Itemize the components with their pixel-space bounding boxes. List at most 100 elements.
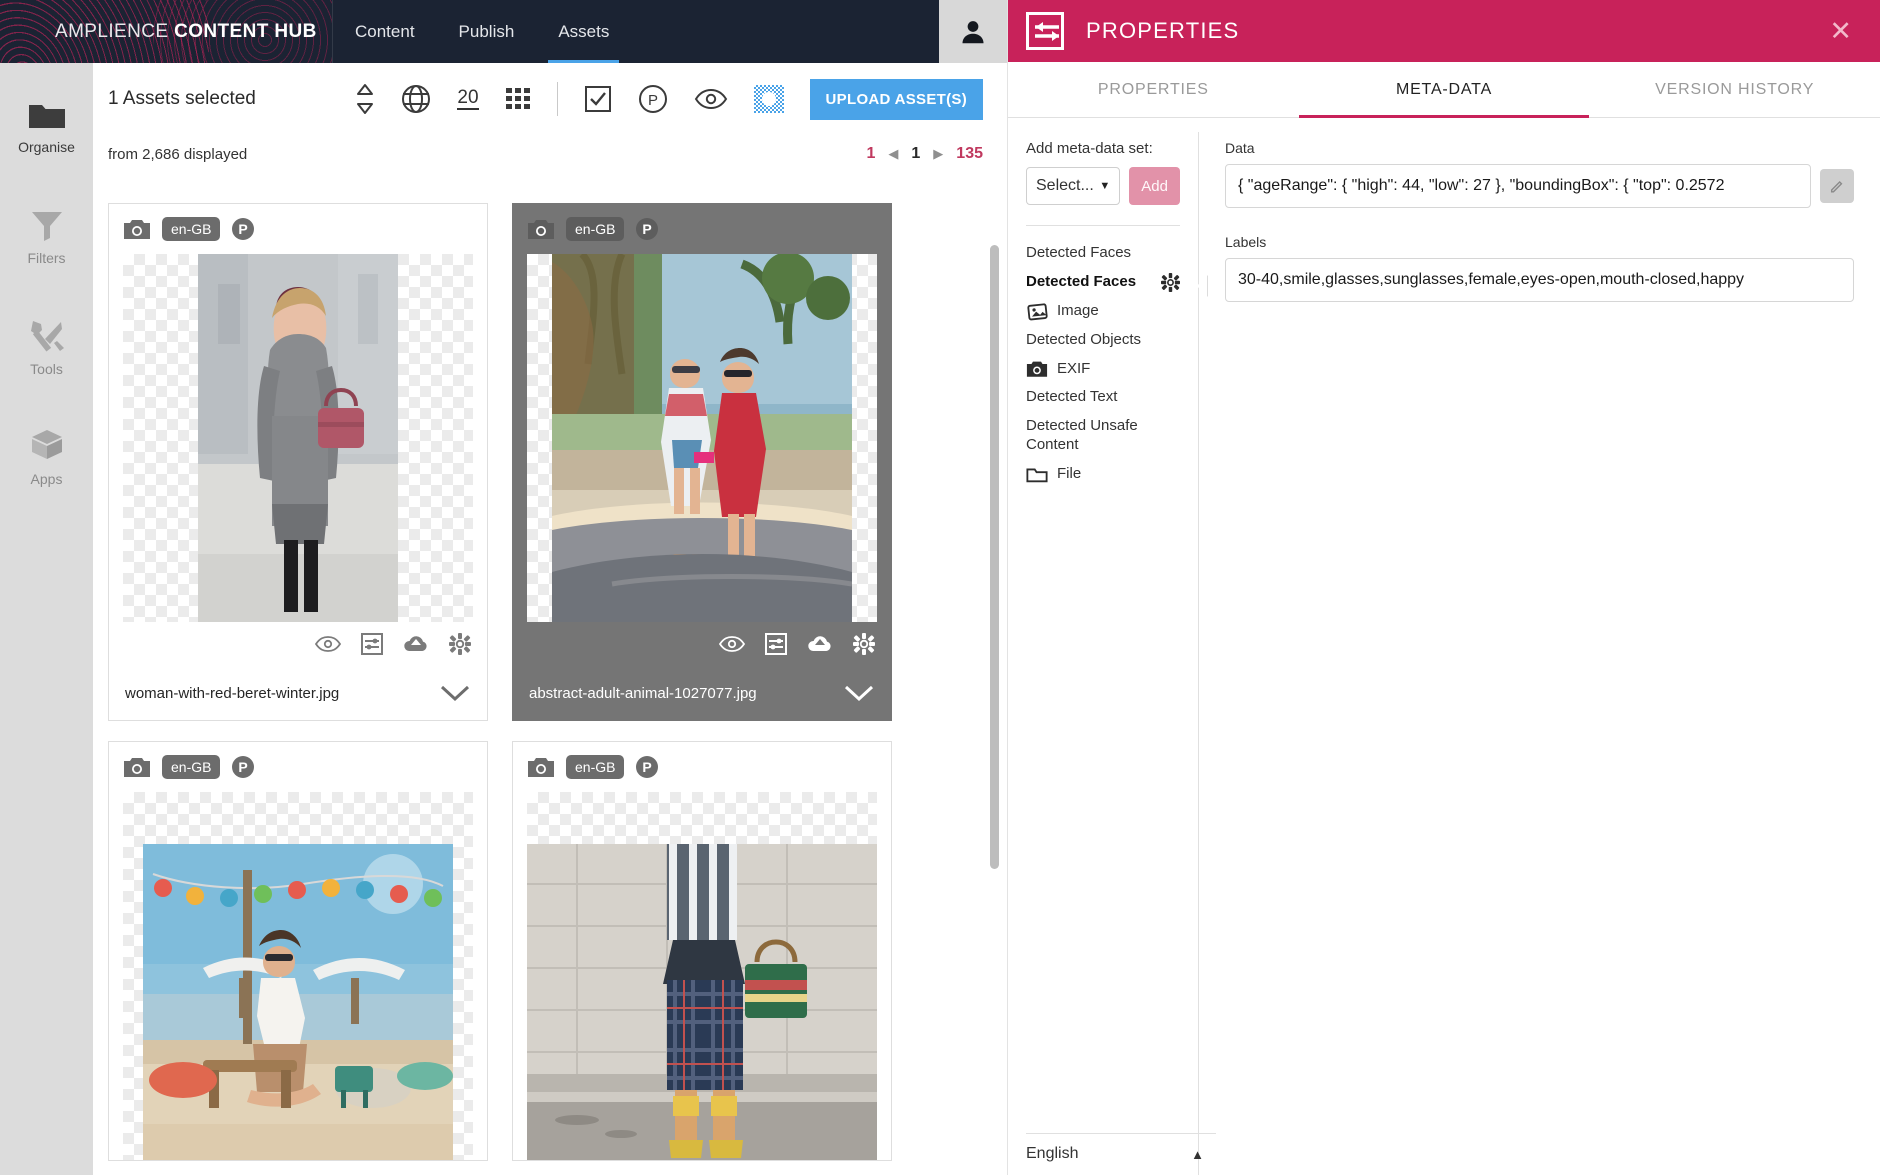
asset-card-actions [109, 622, 487, 666]
publish-p-icon[interactable]: P [638, 84, 668, 114]
gear-icon[interactable] [449, 633, 471, 655]
publish-p-icon: P [232, 218, 255, 240]
asset-thumbnail[interactable] [123, 254, 473, 622]
account-button[interactable] [939, 0, 1007, 63]
rail-label-tools: Tools [30, 360, 63, 377]
meta-set-image[interactable]: Image [1026, 302, 1180, 321]
rail-item-organise[interactable]: Organise [0, 80, 104, 173]
select-all-checkbox-icon[interactable] [584, 85, 612, 113]
brand-name-thin: AMPLIENCE [55, 20, 175, 42]
tab-properties[interactable]: PROPERTIES [1008, 62, 1299, 117]
meta-set-detected-faces-1[interactable]: Detected Faces [1026, 244, 1180, 263]
rail-item-apps[interactable]: Apps [0, 410, 93, 503]
toolbar-divider [556, 82, 558, 116]
meta-set-exif[interactable]: EXIF [1026, 360, 1180, 379]
rail-item-tools[interactable]: Tools [0, 300, 93, 393]
asset-thumbnail[interactable] [527, 254, 877, 622]
meta-set-label: Detected Faces [1026, 272, 1137, 290]
meta-set-label: Detected Unsafe Content [1026, 417, 1138, 453]
data-field-input[interactable]: { "ageRange": { "high": 44, "low": 27 },… [1225, 164, 1811, 208]
asset-card[interactable]: en-GB P [108, 203, 488, 721]
gear-icon[interactable] [853, 633, 875, 655]
cloud-upload-icon[interactable] [807, 634, 833, 654]
top-navigation-bar: AMPLIENCE CONTENT HUB Content Publish As… [0, 0, 1007, 63]
camera-icon [528, 758, 554, 777]
pagination-first[interactable]: 1 [866, 145, 875, 163]
edit-pencil-icon[interactable] [1820, 169, 1854, 203]
asset-thumbnail[interactable] [527, 792, 877, 1160]
nav-item-assets[interactable]: Assets [536, 0, 631, 63]
meta-set-detected-objects[interactable]: Detected Objects [1026, 331, 1180, 350]
upload-assets-button[interactable]: UPLOAD ASSET(S) [809, 78, 983, 120]
edit-settings-icon[interactable] [361, 633, 383, 655]
publish-p-icon: P [636, 218, 659, 240]
preview-eye-icon[interactable] [315, 635, 341, 653]
nav-item-content[interactable]: Content [333, 0, 437, 63]
camera-icon [528, 220, 554, 239]
chevron-down-icon[interactable] [439, 683, 471, 703]
locale-badge: en-GB [162, 217, 221, 241]
asset-card-badges: en-GB P [109, 742, 487, 792]
sort-updown-icon[interactable] [355, 82, 375, 116]
assets-region: AMPLIENCE CONTENT HUB Content Publish As… [0, 0, 1007, 1175]
transparency-checker-icon[interactable] [753, 85, 784, 113]
globe-icon[interactable] [401, 84, 431, 114]
brand-name-bold: CONTENT HUB [174, 20, 317, 42]
asset-filename: abstract-adult-animal-1027077.jpg [529, 684, 757, 702]
rail-item-filters[interactable]: Filters [0, 190, 93, 283]
asset-card[interactable]: en-GB P [108, 741, 488, 1161]
asset-thumbnail[interactable] [123, 792, 473, 1160]
page-size-selector[interactable]: 20 [457, 88, 479, 110]
rail-label-filters: Filters [27, 249, 66, 266]
selected-set-pointer [1197, 275, 1207, 297]
camera-icon [1026, 360, 1048, 378]
chevron-down-icon[interactable] [843, 683, 875, 703]
meta-set-file[interactable]: File [1026, 465, 1180, 484]
chevron-left-icon[interactable]: ◀ [888, 146, 898, 162]
chevron-right-icon[interactable]: ▶ [933, 146, 943, 162]
edit-settings-icon[interactable] [765, 633, 787, 655]
pagination-last[interactable]: 135 [956, 145, 983, 163]
cloud-upload-icon[interactable] [403, 634, 429, 654]
selection-count-label: 1 Assets selected [108, 88, 256, 109]
grid-view-icon[interactable] [505, 86, 531, 112]
asset-card-actions [513, 622, 891, 666]
tab-meta-data[interactable]: META-DATA [1298, 62, 1590, 118]
asset-card[interactable]: en-GB P [512, 203, 892, 721]
meta-set-label: EXIF [1057, 359, 1091, 377]
asset-image-abstract-adult-animal [552, 254, 852, 622]
language-selector[interactable]: English ▲ [1026, 1145, 1216, 1163]
preview-eye-icon[interactable] [719, 635, 745, 653]
locale-badge: en-GB [566, 217, 625, 241]
left-icon-rail: Organise Filters Tools Apps [0, 63, 104, 1175]
asset-card-footer: abstract-adult-animal-1027077.jpg [513, 666, 891, 720]
toolbar-icons: 20 P [355, 82, 784, 116]
tab-version-history[interactable]: VERSION HISTORY [1589, 62, 1880, 117]
asset-card[interactable]: en-GB P [512, 741, 892, 1161]
preview-eye-icon[interactable] [694, 87, 728, 111]
meta-set-detected-unsafe-content[interactable]: Detected Unsafe Content [1026, 417, 1180, 455]
language-label: English [1026, 1145, 1079, 1162]
image-icon [1026, 302, 1048, 321]
labels-field-input[interactable]: 30-40,smile,glasses,sunglasses,female,ey… [1225, 258, 1854, 302]
meta-set-detected-faces-2[interactable]: Detected Faces [1026, 272, 1180, 292]
meta-data-fields: Data { "ageRange": { "high": 44, "low": … [1199, 118, 1880, 1175]
assets-subline: from 2,686 displayed 1 ◀ 1 ▶ 135 [93, 135, 1007, 173]
nav-item-publish[interactable]: Publish [437, 0, 537, 63]
properties-header: PROPERTIES ✕ [1008, 0, 1880, 62]
app-root: AMPLIENCE CONTENT HUB Content Publish As… [0, 0, 1880, 1175]
sliders-icon [1026, 12, 1064, 50]
properties-panel-title: PROPERTIES [1086, 18, 1240, 43]
meta-data-set-select[interactable]: Select... ▼ [1026, 167, 1121, 205]
add-meta-data-set-button[interactable]: Add [1129, 167, 1180, 205]
meta-set-label: Image [1057, 301, 1099, 319]
labels-field-label: Labels [1225, 234, 1267, 250]
assets-toolbar: 1 Assets selected 20 P UPLOAD ASSET(S) [93, 63, 1007, 135]
assets-scrollbar-thumb[interactable] [990, 245, 999, 869]
data-field-label: Data [1225, 140, 1255, 156]
gear-icon[interactable] [1161, 272, 1180, 292]
close-x-icon[interactable]: ✕ [1819, 14, 1862, 49]
meta-set-detected-text[interactable]: Detected Text [1026, 388, 1180, 407]
asset-image-woman-plaid-skirt [527, 844, 877, 1160]
